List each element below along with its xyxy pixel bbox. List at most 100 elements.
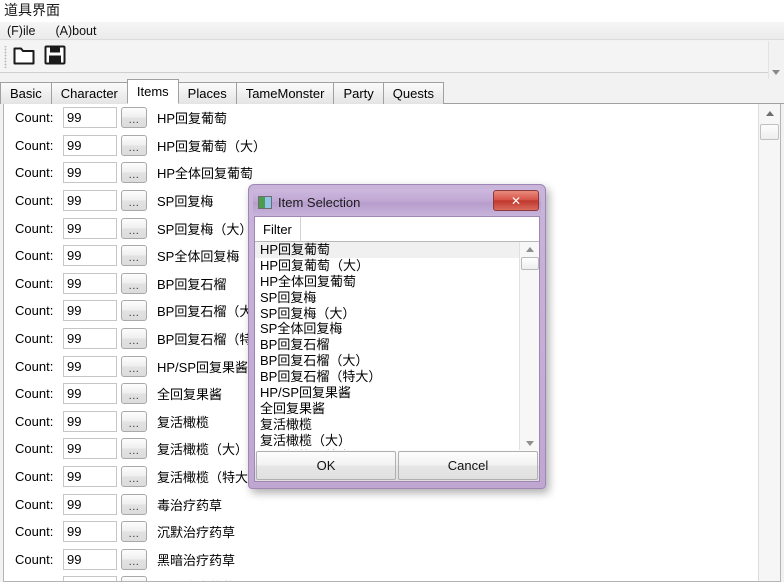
chevron-down-icon <box>772 70 780 75</box>
list-item[interactable]: HP全体回复葡萄 <box>255 274 519 290</box>
count-label: Count: <box>15 441 54 457</box>
count-input[interactable] <box>63 355 117 377</box>
item-name: SP回复梅 <box>157 194 214 210</box>
count-label: Count: <box>15 220 54 236</box>
dialog-body: Filter HP回复葡萄 HP回复葡萄（大） HP全体回复葡萄 SP回复梅 SP回复梅… <box>254 216 540 482</box>
count-input[interactable] <box>63 328 117 350</box>
browse-item-button[interactable]: ... <box>121 521 147 543</box>
count-label: Count: <box>15 551 54 567</box>
list-item[interactable]: SP全体回复梅 <box>255 321 519 337</box>
count-input[interactable] <box>63 383 117 405</box>
browse-item-button[interactable]: ... <box>121 134 147 156</box>
item-name: 沉默治疗药草 <box>157 525 236 541</box>
browse-item-button[interactable]: ... <box>121 300 147 322</box>
close-button[interactable]: ✕ <box>493 190 539 211</box>
toolbar-overflow-scroll[interactable] <box>768 41 784 79</box>
browse-item-button[interactable]: ... <box>121 438 147 460</box>
scrollbar-thumb[interactable] <box>760 124 779 140</box>
count-input[interactable] <box>63 548 117 570</box>
triangle-up-icon <box>525 246 534 252</box>
count-label: Count: <box>15 331 54 347</box>
item-name: 全回复果酱 <box>157 387 223 403</box>
item-selection-list[interactable]: HP回复葡萄 HP回复葡萄（大） HP全体回复葡萄 SP回复梅 SP回复梅（大） SP全体… <box>255 242 519 450</box>
items-vertical-scrollbar[interactable] <box>758 104 780 581</box>
item-row: Count:... HP全体回复葡萄 <box>4 159 758 187</box>
menu-about[interactable]: (A)bout <box>55 23 105 39</box>
dialog-scrollbar-thumb[interactable] <box>520 257 539 270</box>
count-input[interactable] <box>63 410 117 432</box>
count-input[interactable] <box>63 576 117 581</box>
browse-item-button[interactable]: ... <box>121 410 147 432</box>
list-item[interactable]: BP回复石榴（大） <box>255 353 519 369</box>
item-row: Count:... 混乱治疗药草 <box>4 573 758 581</box>
count-input[interactable] <box>63 245 117 267</box>
save-floppy-icon <box>44 44 67 69</box>
count-input[interactable] <box>63 190 117 212</box>
tab-tamemonster[interactable]: TameMonster <box>235 82 335 104</box>
count-input[interactable] <box>63 217 117 239</box>
browse-item-button[interactable]: ... <box>121 493 147 515</box>
browse-item-button[interactable]: ... <box>121 272 147 294</box>
count-label: Count: <box>15 469 54 485</box>
dialog-title-bar[interactable]: Item Selection ✕ <box>253 189 541 215</box>
count-input[interactable] <box>63 438 117 460</box>
count-input[interactable] <box>63 162 117 184</box>
browse-item-button[interactable]: ... <box>121 328 147 350</box>
item-name: HP回复葡萄 <box>157 111 228 127</box>
list-item[interactable]: 复活橄榄 <box>255 417 519 433</box>
browse-item-button[interactable]: ... <box>121 217 147 239</box>
list-item[interactable]: BP回复石榴（特大） <box>255 369 519 385</box>
tab-places[interactable]: Places <box>177 82 237 104</box>
count-input[interactable] <box>63 493 117 515</box>
tab-basic[interactable]: Basic <box>0 82 52 104</box>
dialog-button-bar: OK Cancel <box>255 450 539 481</box>
browse-item-button[interactable]: ... <box>121 548 147 570</box>
item-row: Count:... 毒治疗药草 <box>4 490 758 518</box>
count-input[interactable] <box>63 300 117 322</box>
toolbar-grip[interactable] <box>3 45 8 68</box>
count-input[interactable] <box>63 521 117 543</box>
filter-input[interactable] <box>300 217 539 241</box>
browse-item-button[interactable]: ... <box>121 107 147 129</box>
browse-item-button[interactable]: ... <box>121 466 147 488</box>
dialog-list-scrollbar[interactable] <box>519 242 539 450</box>
list-item[interactable]: HP/SP回复果酱 <box>255 385 519 401</box>
toolbar-save-button[interactable] <box>40 43 70 71</box>
ok-button[interactable]: OK <box>256 451 396 480</box>
application-window: (F)ile (A)bout Basic Character Items Pla… <box>0 22 784 582</box>
count-label: Count: <box>15 193 54 209</box>
toolbar-open-button[interactable] <box>10 43 40 71</box>
list-item[interactable]: BP回复石榴 <box>255 337 519 353</box>
menu-file[interactable]: (F)ile <box>7 23 44 39</box>
browse-item-button[interactable]: ... <box>121 245 147 267</box>
list-item[interactable]: SP回复梅（大） <box>255 306 519 322</box>
item-name: 复活橄榄（大） <box>157 442 249 458</box>
tab-character[interactable]: Character <box>50 82 128 104</box>
scroll-up-button[interactable] <box>759 104 780 123</box>
browse-item-button[interactable]: ... <box>121 162 147 184</box>
dialog-scroll-up-button[interactable] <box>520 242 539 256</box>
browse-item-button[interactable]: ... <box>121 190 147 212</box>
filter-label: Filter <box>255 217 301 241</box>
tab-quests[interactable]: Quests <box>382 82 444 104</box>
item-name: BP回复石榴 <box>157 276 227 292</box>
count-input[interactable] <box>63 134 117 156</box>
list-item[interactable]: HP回复葡萄 <box>255 242 519 258</box>
toolbar <box>0 41 784 73</box>
list-item[interactable]: 全回复果酱 <box>255 401 519 417</box>
list-item[interactable]: HP回复葡萄（大） <box>255 258 519 274</box>
count-input[interactable] <box>63 107 117 129</box>
browse-item-button[interactable]: ... <box>121 576 147 581</box>
count-input[interactable] <box>63 466 117 488</box>
count-input[interactable] <box>63 272 117 294</box>
tab-party[interactable]: Party <box>333 82 384 104</box>
count-label: Count: <box>15 248 54 264</box>
dialog-scroll-down-button[interactable] <box>520 436 539 450</box>
application-icon <box>258 195 272 209</box>
list-item[interactable]: 复活橄榄（大） <box>255 433 519 449</box>
browse-item-button[interactable]: ... <box>121 383 147 405</box>
browse-item-button[interactable]: ... <box>121 355 147 377</box>
list-item[interactable]: SP回复梅 <box>255 290 519 306</box>
tab-items[interactable]: Items <box>126 79 179 104</box>
cancel-button[interactable]: Cancel <box>398 451 538 480</box>
